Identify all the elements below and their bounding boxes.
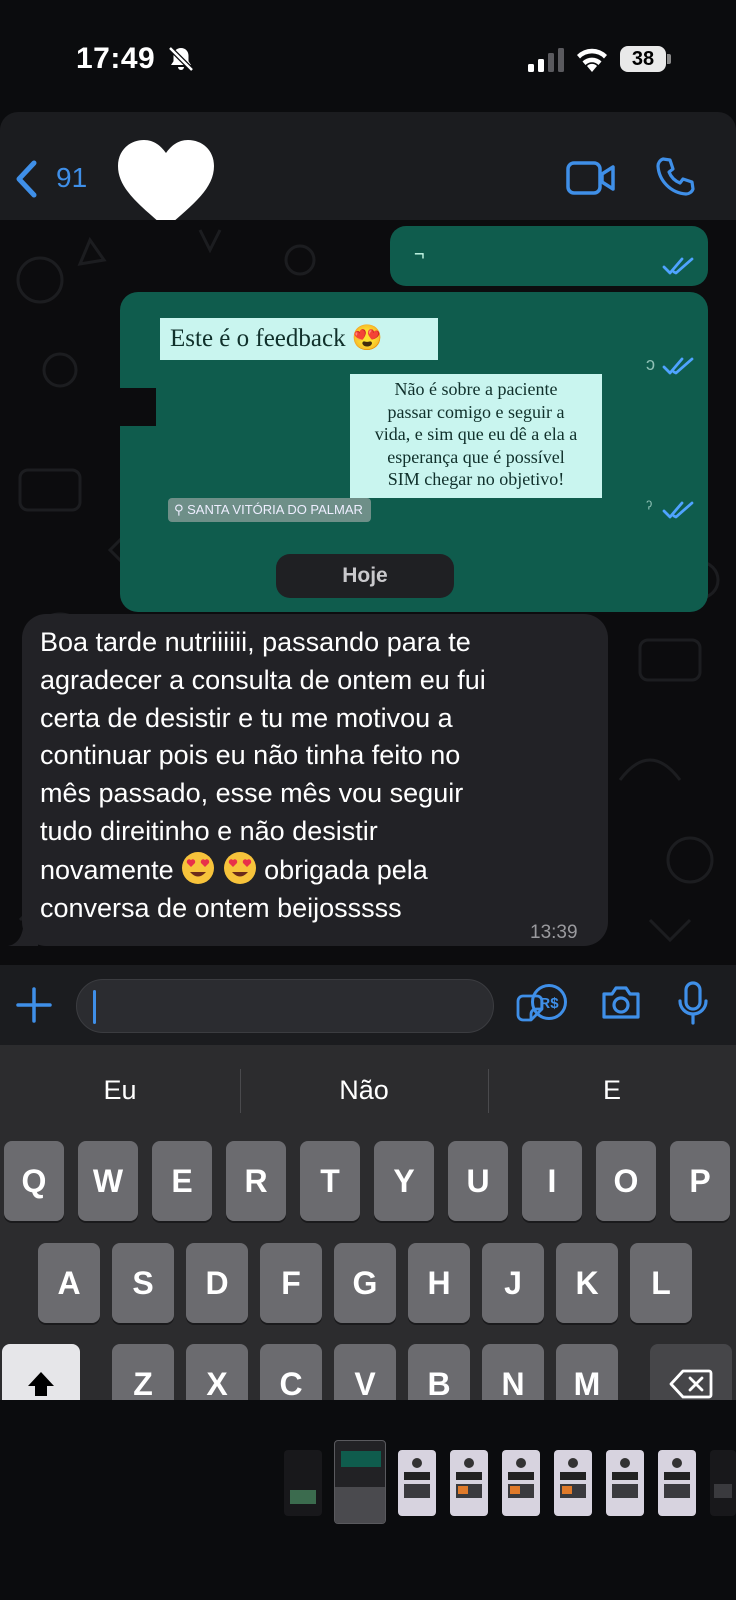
quote-line: SIM chegar no objetivo!: [387, 469, 565, 489]
message-timestamp: 13:39: [530, 922, 578, 943]
story-thumbnail[interactable]: [554, 1450, 592, 1516]
key-r[interactable]: R: [226, 1141, 286, 1221]
message-line: mês passado, esse mês vou seguir: [40, 778, 464, 809]
message-line: continuar pois eu não tinha feito no: [40, 740, 461, 771]
suggestion-2[interactable]: Não: [244, 1075, 484, 1106]
key-d[interactable]: D: [186, 1243, 248, 1323]
heart-eyes-emoji-icon: [182, 851, 215, 884]
key-y[interactable]: Y: [374, 1141, 434, 1221]
message-line: certa de desistir e tu me motivou a: [40, 702, 453, 733]
key-a[interactable]: A: [38, 1243, 100, 1323]
microphone-icon[interactable]: [676, 981, 710, 1025]
story-thumbnail[interactable]: [502, 1450, 540, 1516]
key-t[interactable]: T: [300, 1141, 360, 1221]
story-thumbnail[interactable]: [658, 1450, 696, 1516]
story-thumbnail[interactable]: [398, 1450, 436, 1516]
battery-level: 38: [620, 46, 666, 72]
message-line: Boa tarde nutriiiiii, passando para te: [40, 627, 471, 657]
text-cursor: [93, 990, 96, 1024]
suggestion-divider: [240, 1069, 241, 1113]
feedback-sticker: Este é o feedback 😍: [160, 318, 438, 360]
key-s[interactable]: S: [112, 1243, 174, 1323]
story-thumbnail[interactable]: [710, 1450, 736, 1516]
cellular-signal-icon: [528, 48, 564, 72]
shift-arrow-icon: [28, 1372, 54, 1396]
key-q[interactable]: Q: [4, 1141, 64, 1221]
message-input-bar: R$: [0, 965, 736, 1045]
read-receipt-icon: [662, 357, 694, 375]
svg-text:R$: R$: [539, 995, 559, 1012]
status-bar: 17:49 38: [0, 0, 736, 110]
payment-icon[interactable]: R$: [530, 983, 568, 1021]
bubble-notch: [120, 388, 156, 426]
key-j[interactable]: J: [482, 1243, 544, 1323]
key-h[interactable]: H: [408, 1243, 470, 1323]
key-e[interactable]: E: [152, 1141, 212, 1221]
incoming-message-text: Boa tarde nutriiiiii, passando para te a…: [40, 624, 600, 927]
story-thumbnail-selected[interactable]: [334, 1440, 386, 1524]
heart-avatar-icon[interactable]: [116, 138, 216, 230]
partial-time: ˀ: [646, 498, 653, 518]
camera-icon[interactable]: [600, 985, 642, 1021]
key-g[interactable]: G: [334, 1243, 396, 1323]
story-thumbnail[interactable]: [450, 1450, 488, 1516]
quote-line: vida, e sim que eu dê a ela a: [374, 424, 578, 444]
key-f[interactable]: F: [260, 1243, 322, 1323]
read-receipt-icon: [662, 257, 694, 275]
suggestion-3[interactable]: E: [492, 1075, 732, 1106]
message-input[interactable]: [76, 979, 544, 1033]
story-thumbnail-strip: [0, 1400, 736, 1600]
suggestion-divider: [488, 1069, 489, 1113]
key-i[interactable]: I: [522, 1141, 582, 1221]
status-time: 17:49: [76, 42, 156, 75]
key-o[interactable]: O: [596, 1141, 656, 1221]
message-line: novamente: [40, 854, 174, 885]
story-thumbnail[interactable]: [284, 1450, 322, 1516]
location-tag: ⚲ SANTA VITÓRIA DO PALMAR: [168, 498, 371, 522]
chat-area[interactable]: ¬ Este é o feedback 😍 ɔ Não é sobre a pa…: [0, 220, 736, 965]
outgoing-message-text: ¬: [414, 244, 425, 264]
message-line: conversa de ontem beijosssss: [40, 892, 402, 923]
message-line-with-emoji: novamente obrigada pela: [40, 851, 600, 890]
location-pin-icon: ⚲: [174, 502, 188, 517]
phone-call-icon[interactable]: [654, 156, 696, 198]
message-line: tudo direitinho e não desistir: [40, 815, 378, 846]
location-label: SANTA VITÓRIA DO PALMAR: [187, 502, 363, 517]
key-p[interactable]: P: [670, 1141, 730, 1221]
chat-header: 91: [0, 112, 736, 228]
video-call-icon[interactable]: [566, 160, 616, 196]
key-u[interactable]: U: [448, 1141, 508, 1221]
partial-time: ɔ: [646, 354, 655, 374]
quote-sticker: Não é sobre a paciente passar comigo e s…: [350, 374, 602, 498]
message-line: obrigada pela: [264, 854, 428, 885]
key-l[interactable]: L: [630, 1243, 692, 1323]
quote-line: passar comigo e seguir a: [387, 401, 565, 422]
story-thumbnail[interactable]: [606, 1450, 644, 1516]
backspace-icon: [669, 1369, 713, 1399]
quote-line: esperança que é possível: [387, 446, 565, 467]
read-receipt-icon: [662, 501, 694, 519]
heart-eyes-emoji-icon: [223, 851, 256, 884]
back-unread-count[interactable]: 91: [56, 162, 87, 194]
battery-icon: 38: [620, 46, 671, 72]
key-w[interactable]: W: [78, 1141, 138, 1221]
key-k[interactable]: K: [556, 1243, 618, 1323]
plus-icon[interactable]: [16, 987, 52, 1023]
suggestion-1[interactable]: Eu: [0, 1075, 240, 1106]
back-chevron-icon[interactable]: [14, 160, 38, 198]
message-line: agradecer a consulta de ontem eu fui: [40, 664, 486, 695]
quote-line: Não é sobre a paciente: [394, 379, 558, 399]
outgoing-message-bubble[interactable]: [390, 226, 708, 286]
date-separator: Hoje: [276, 554, 454, 598]
wifi-icon: [577, 48, 607, 72]
bell-muted-icon: [168, 46, 194, 72]
